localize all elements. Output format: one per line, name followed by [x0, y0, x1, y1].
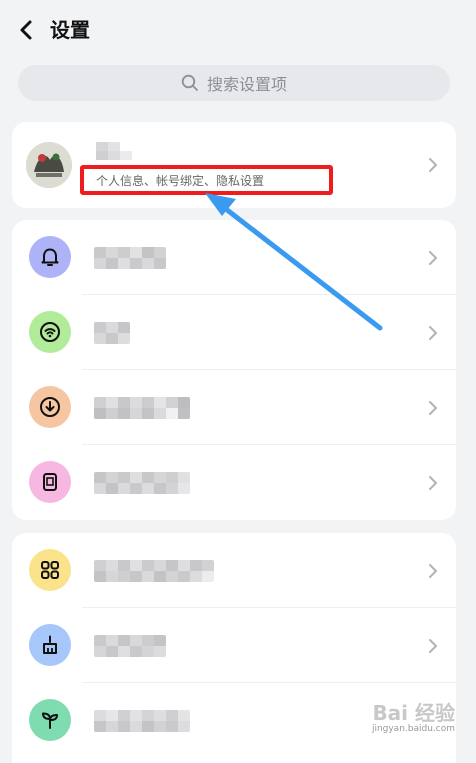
back-arrow-icon[interactable] [16, 18, 38, 42]
settings-item-contacts[interactable] [12, 445, 456, 520]
search-placeholder: 搜索设置项 [206, 75, 287, 94]
avatar [26, 142, 72, 188]
chevron-right-icon [429, 401, 437, 415]
search-icon [181, 74, 198, 91]
account-name-obscured [96, 142, 132, 160]
apps-grid-icon [29, 549, 71, 591]
item-label-obscured [94, 710, 190, 732]
watermark: Bai 经验 jingyan.baidu.com [355, 702, 455, 747]
item-label-obscured [94, 560, 214, 582]
item-label-obscured [94, 322, 130, 344]
search-bar[interactable]: 搜索设置项 [18, 65, 450, 101]
item-label-obscured [94, 472, 190, 494]
settings-item-notifications[interactable] [12, 220, 456, 295]
page-title: 设置 [50, 18, 90, 42]
item-label-obscured [94, 397, 190, 419]
item-label-obscured [94, 247, 166, 269]
settings-item-cleanup[interactable] [12, 608, 456, 683]
chevron-right-icon [429, 639, 437, 653]
settings-item-downloads[interactable] [12, 370, 456, 445]
chevron-right-icon [429, 251, 437, 265]
settings-group-1 [12, 220, 456, 520]
broom-icon [29, 624, 71, 666]
contact-card-icon [29, 461, 71, 503]
chevron-right-icon [429, 326, 437, 340]
chevron-right-icon [429, 158, 437, 172]
sprout-icon [29, 699, 71, 741]
annotation-highlight-box [80, 165, 333, 195]
watermark-url: jingyan.baidu.com [371, 724, 455, 734]
download-icon [29, 386, 71, 428]
settings-item-network[interactable] [12, 295, 456, 370]
settings-item-apps[interactable] [12, 533, 456, 608]
item-label-obscured [94, 635, 166, 657]
bell-icon [29, 236, 71, 278]
wifi-icon [29, 311, 71, 353]
watermark-logo: Bai 经验 [372, 701, 455, 725]
chevron-right-icon [429, 476, 437, 490]
chevron-right-icon [429, 564, 437, 578]
top-bar: 设置 [0, 0, 476, 60]
